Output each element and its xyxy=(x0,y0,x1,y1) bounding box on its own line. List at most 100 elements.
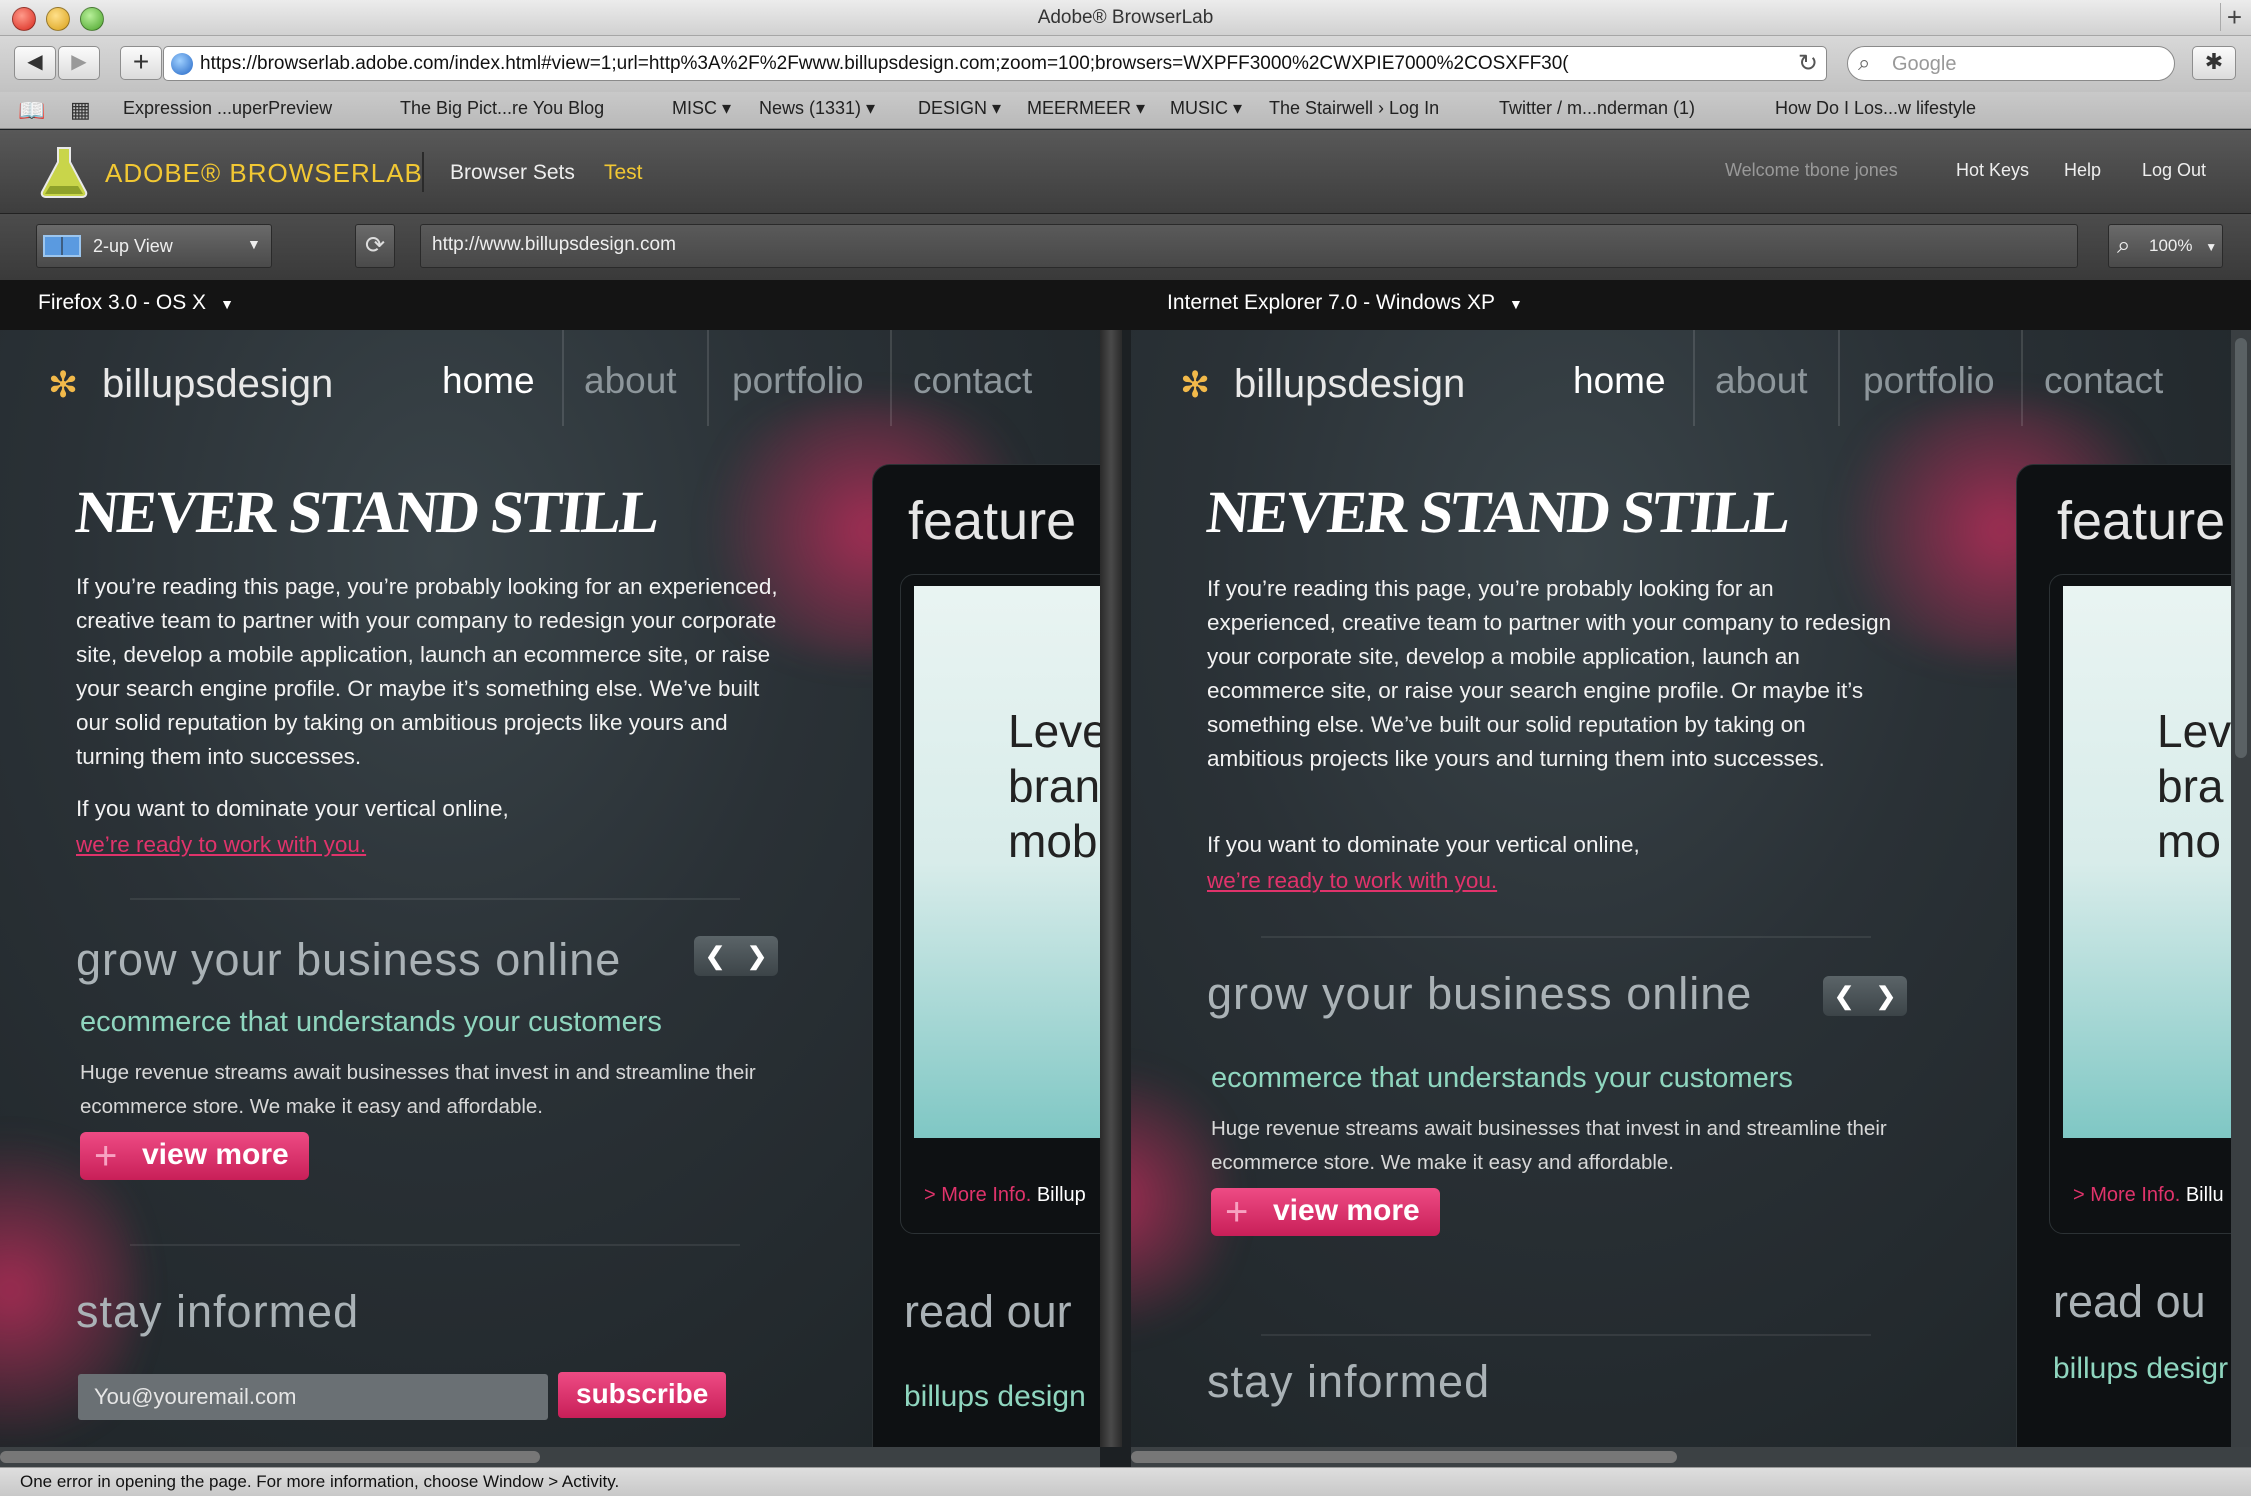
work-with-us-link[interactable]: we’re ready to work with you. xyxy=(76,832,366,858)
address-url: https://browserlab.adobe.com/index.html#… xyxy=(200,53,1569,74)
logo-flower-icon: ✻ xyxy=(48,364,79,405)
view-mode-label: 2-up View xyxy=(93,236,173,256)
slider-arrows[interactable]: ❮ ❯ xyxy=(1823,976,1907,1016)
log-out-link[interactable]: Log Out xyxy=(2142,160,2206,181)
forward-button[interactable]: ▶ xyxy=(58,46,100,80)
intro-paragraph: If you’re reading this page, you’re prob… xyxy=(1207,576,1892,771)
logo-flower-icon: ✻ xyxy=(1180,364,1211,405)
grow-description: Huge revenue streams await businesses th… xyxy=(80,1061,756,1118)
work-with-us-link[interactable]: we’re ready to work with you. xyxy=(1207,868,1497,894)
nav-contact[interactable]: contact xyxy=(913,360,1032,402)
read-our-heading: read our xyxy=(904,1286,1072,1337)
pane-splitter[interactable] xyxy=(1100,330,1122,1447)
site-logo[interactable]: billupsdesign xyxy=(102,362,333,407)
left-browser-select[interactable]: Firefox 3.0 - OS X ▼ xyxy=(38,291,234,315)
help-link[interactable]: Help xyxy=(2064,160,2101,181)
top-sites-grid-icon[interactable]: ▦ xyxy=(70,97,91,123)
chevron-down-icon: ▼ xyxy=(247,236,261,252)
bookmarks-book-icon[interactable]: 📖 xyxy=(18,98,45,124)
featured-heading: feature xyxy=(2057,491,2226,551)
window-titlebar: Adobe® BrowserLab + xyxy=(0,0,2251,36)
billups-design-link[interactable]: billups design xyxy=(904,1380,1086,1414)
grow-description: Huge revenue streams await businesses th… xyxy=(1211,1117,1887,1174)
search-field[interactable]: ⌕ Google xyxy=(1847,46,2175,81)
back-button[interactable]: ◀ xyxy=(14,46,56,80)
section-divider xyxy=(1261,936,1871,938)
browser-toolbar: ◀ ▶ + https://browserlab.adobe.com/index… xyxy=(0,36,2251,92)
two-up-view-icon xyxy=(43,235,81,257)
add-bookmark-button[interactable]: + xyxy=(120,46,162,80)
grow-heading: grow your business online xyxy=(1207,968,1753,1019)
nav-home[interactable]: home xyxy=(1573,360,1666,402)
bookmark-item[interactable]: The Stairwell › Log In xyxy=(1269,98,1439,119)
right-horizontal-scrollbar[interactable] xyxy=(1131,1447,2251,1467)
browserlab-controls: 2-up View ▼ ⟳ http://www.billupsdesign.c… xyxy=(0,214,2251,280)
grow-heading: grow your business online xyxy=(76,934,622,985)
stay-informed-heading: stay informed xyxy=(1207,1356,1491,1407)
nav-about[interactable]: about xyxy=(584,360,677,402)
bookmark-item[interactable]: MISC ▾ xyxy=(672,98,731,119)
right-vertical-scrollbar[interactable] xyxy=(2231,330,2251,1447)
bookmark-item[interactable]: DESIGN ▾ xyxy=(918,98,1001,119)
reload-icon[interactable]: ↻ xyxy=(1798,49,1818,78)
bookmark-item[interactable]: News (1331) ▾ xyxy=(759,98,875,119)
view-more-button[interactable]: + view more xyxy=(80,1132,309,1180)
bug-report-icon[interactable]: ✱ xyxy=(2192,46,2236,80)
more-info-label: > More Info. xyxy=(924,1184,1032,1206)
email-input[interactable]: You@youremail.com xyxy=(78,1374,548,1420)
chevron-left-icon[interactable]: ❮ xyxy=(705,942,725,971)
right-browser-screenshot: ✻ billupsdesign home about portfolio con… xyxy=(1131,330,2231,1447)
hot-keys-link[interactable]: Hot Keys xyxy=(1956,160,2029,181)
view-more-button[interactable]: + view more xyxy=(1211,1188,1440,1236)
bookmark-item[interactable]: Expression ...uperPreview xyxy=(123,98,332,119)
plus-icon: + xyxy=(94,1134,118,1178)
chevron-right-icon[interactable]: ❯ xyxy=(1876,982,1896,1011)
zoom-select[interactable]: ⌕ 100% ▼ xyxy=(2108,224,2223,268)
chevron-left-icon[interactable]: ❮ xyxy=(1834,982,1854,1011)
view-mode-select[interactable]: 2-up View ▼ xyxy=(36,224,272,268)
billups-design-link[interactable]: billups desigr xyxy=(2053,1352,2228,1386)
bookmark-item[interactable]: The Big Pict...re You Blog xyxy=(400,98,604,119)
site-logo[interactable]: billupsdesign xyxy=(1234,362,1465,407)
refresh-screenshots-button[interactable]: ⟳ xyxy=(355,224,395,268)
browserlab-flask-icon xyxy=(40,146,88,198)
header-divider xyxy=(422,152,424,192)
intro-paragraph: If you’re reading this page, you’re prob… xyxy=(76,574,778,769)
nav-separator xyxy=(707,330,709,426)
nav-contact[interactable]: contact xyxy=(2044,360,2163,402)
grow-subheading: ecommerce that understands your customer… xyxy=(80,1006,662,1038)
bookmark-item[interactable]: How Do I Los...w lifestyle xyxy=(1775,98,1976,119)
nav-home[interactable]: home xyxy=(442,360,535,402)
section-divider xyxy=(130,898,740,900)
nav-about[interactable]: about xyxy=(1715,360,1808,402)
view-more-label: view more xyxy=(142,1138,289,1171)
new-tab-plus-icon[interactable]: + xyxy=(2220,3,2248,31)
browser-sets-link[interactable]: Browser Sets xyxy=(450,161,575,185)
more-info-name: Billu xyxy=(2185,1184,2224,1206)
bookmark-item[interactable]: Twitter / m...nderman (1) xyxy=(1499,98,1695,119)
address-bar[interactable]: https://browserlab.adobe.com/index.html#… xyxy=(163,46,1827,81)
dominate-text: If you want to dominate your vertical on… xyxy=(1207,832,1640,857)
nav-portfolio[interactable]: portfolio xyxy=(1863,360,1995,402)
plus-icon: + xyxy=(1225,1190,1249,1234)
chevron-down-icon: ▼ xyxy=(220,296,234,312)
left-horizontal-scrollbar[interactable] xyxy=(0,1447,1100,1467)
right-browser-select[interactable]: Internet Explorer 7.0 - Windows XP ▼ xyxy=(1167,291,1523,315)
bookmark-item[interactable]: MUSIC ▾ xyxy=(1170,98,1242,119)
slider-arrows[interactable]: ❮ ❯ xyxy=(694,936,778,976)
stay-informed-heading: stay informed xyxy=(76,1286,360,1337)
test-link[interactable]: Test xyxy=(604,161,643,185)
subscribe-button[interactable]: subscribe xyxy=(558,1372,727,1418)
scroll-thumb[interactable] xyxy=(0,1451,540,1463)
bookmark-item[interactable]: MEERMEER ▾ xyxy=(1027,98,1145,119)
scroll-thumb[interactable] xyxy=(2235,338,2247,758)
scroll-thumb[interactable] xyxy=(1131,1451,1677,1463)
welcome-text: Welcome tbone jones xyxy=(1725,160,1898,180)
featured-more-info-link[interactable]: > More Info. Billu xyxy=(2073,1184,2224,1207)
dominate-text: If you want to dominate your vertical on… xyxy=(76,796,509,821)
nav-portfolio[interactable]: portfolio xyxy=(732,360,864,402)
headline: NEVER STAND STILL xyxy=(72,479,662,545)
featured-more-info-link[interactable]: > More Info. Billup xyxy=(924,1184,1086,1207)
chevron-right-icon[interactable]: ❯ xyxy=(747,942,767,971)
test-url-input[interactable]: http://www.billupsdesign.com xyxy=(420,224,2078,268)
